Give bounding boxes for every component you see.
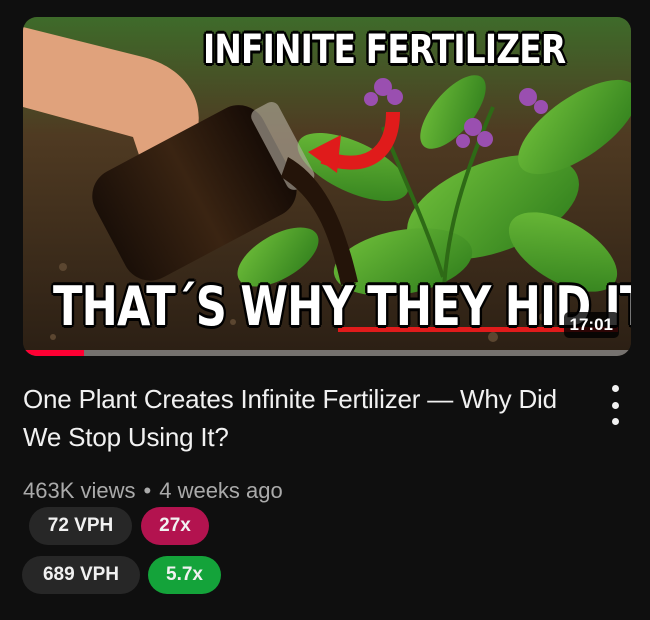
video-metadata: 463K views • 4 weeks ago [23, 478, 283, 504]
vph-badge: 689 VPH [22, 556, 140, 594]
duration-badge: 17:01 [563, 312, 619, 338]
meta-separator: • [143, 478, 152, 503]
more-vertical-icon[interactable] [605, 385, 625, 425]
watch-progress-bar [23, 350, 631, 356]
multiplier-badge: 27x [141, 507, 209, 545]
multiplier-badge: 5.7x [148, 556, 221, 594]
thumbnail-headline-top: INFINITE FERTILIZER [203, 27, 566, 73]
video-card[interactable]: INFINITE FERTILIZER THAT´S WHY THEY HID … [0, 0, 650, 620]
upload-age: 4 weeks ago [159, 478, 283, 503]
menu-dot [611, 401, 619, 409]
video-thumbnail[interactable]: INFINITE FERTILIZER THAT´S WHY THEY HID … [23, 17, 631, 356]
vph-badge: 72 VPH [29, 507, 132, 545]
menu-dot [611, 385, 619, 392]
view-count: 463K views [23, 478, 136, 503]
watch-progress-fill [23, 350, 84, 356]
thumbnail-headline-bottom: THAT´S WHY THEY HID IT [53, 275, 631, 338]
menu-dot [611, 418, 619, 425]
video-title[interactable]: One Plant Creates Infinite Fertilizer — … [23, 380, 568, 456]
